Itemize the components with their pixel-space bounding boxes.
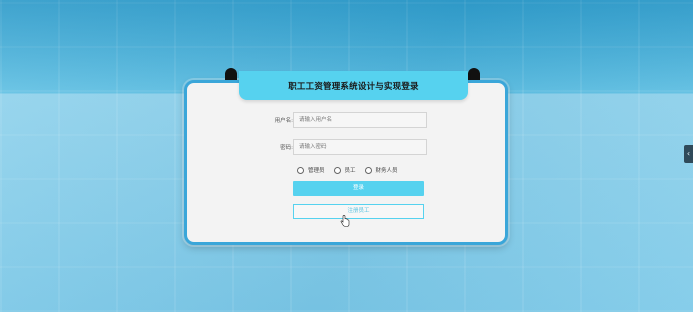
username-row: 用户名:: [184, 112, 508, 128]
username-label: 用户名:: [274, 118, 293, 124]
role-label-admin: 管理员: [308, 168, 325, 174]
side-collapse-tab[interactable]: ‹: [684, 145, 693, 163]
title-banner: 职工工资管理系统设计与实现登录: [239, 71, 468, 100]
password-label: 密码:: [280, 145, 293, 151]
role-option-employee[interactable]: 员工: [333, 166, 356, 174]
role-option-finance[interactable]: 财务人员: [364, 166, 398, 174]
card-pin-right: [468, 68, 480, 80]
role-selector: 管理员 员工 财务人员: [297, 166, 407, 174]
role-option-admin[interactable]: 管理员: [297, 166, 325, 174]
page-title: 职工工资管理系统设计与实现登录: [288, 81, 419, 92]
role-label-finance: 财务人员: [375, 168, 398, 174]
radio-icon[interactable]: [333, 166, 341, 174]
hand-cursor-icon: [340, 215, 350, 227]
password-row: 密码:: [184, 139, 508, 155]
username-input[interactable]: [293, 112, 427, 128]
password-input[interactable]: [293, 139, 427, 155]
login-button[interactable]: 登录: [293, 181, 424, 196]
role-label-employee: 员工: [344, 168, 356, 174]
radio-icon[interactable]: [364, 166, 372, 174]
card-pin-left: [225, 68, 237, 80]
register-employee-button[interactable]: 注册员工: [293, 204, 424, 219]
radio-icon[interactable]: [297, 166, 304, 174]
